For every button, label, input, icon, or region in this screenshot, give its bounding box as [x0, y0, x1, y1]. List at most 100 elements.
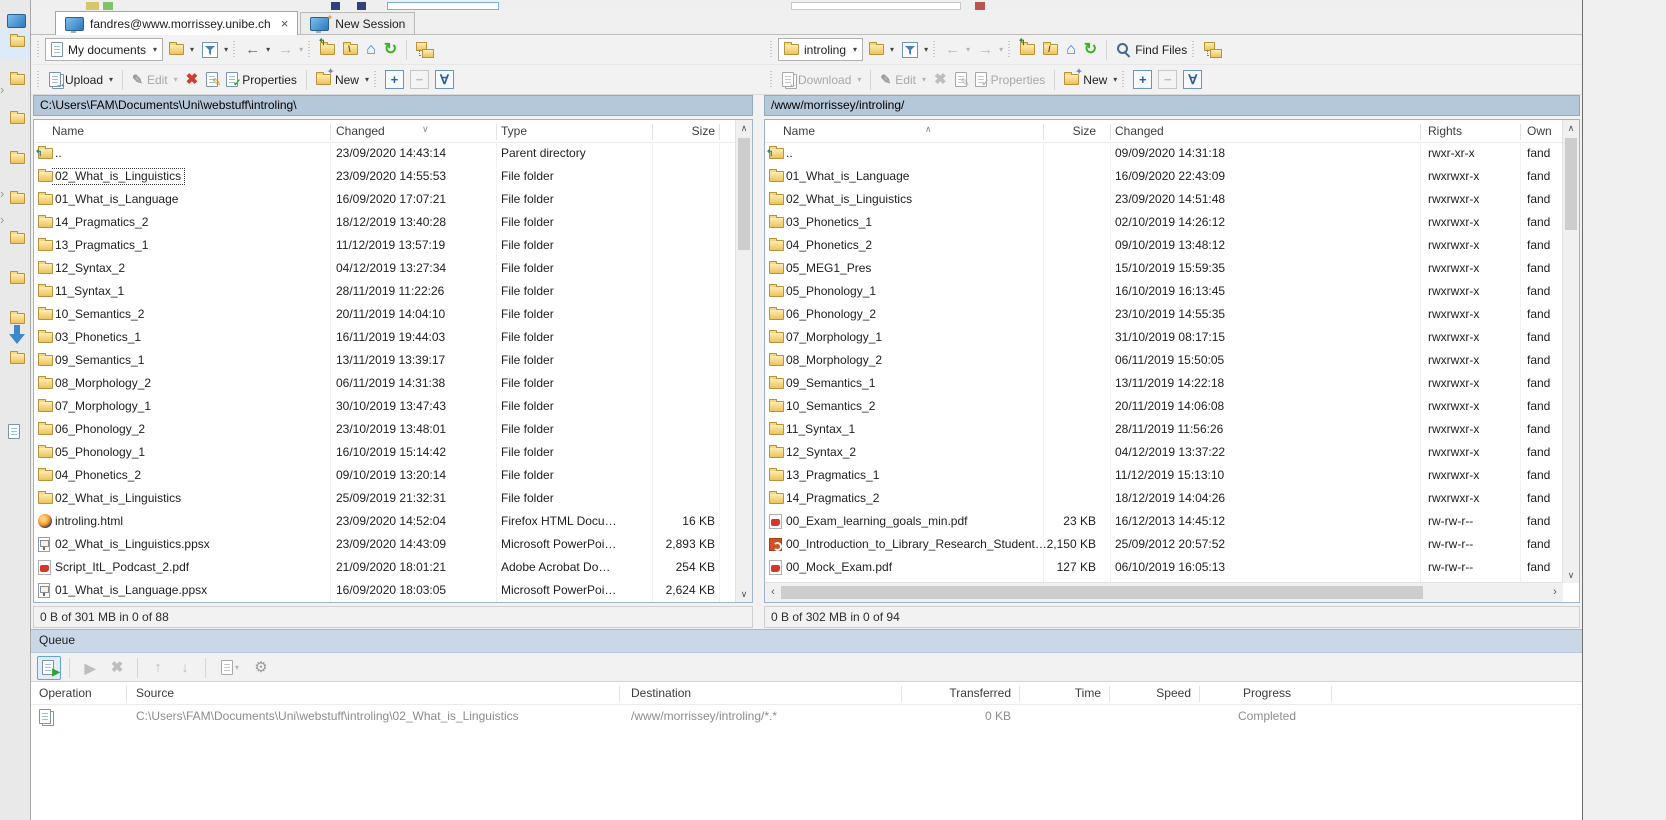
column-header-name[interactable]: Name [52, 124, 84, 138]
toolbar-grip[interactable] [308, 41, 312, 59]
column-divider[interactable] [1019, 686, 1020, 702]
column-header-changed[interactable]: Changed [1115, 124, 1164, 138]
local-refresh-button[interactable]: ↻ [380, 38, 401, 62]
upload-button[interactable]: → Upload ▾ [45, 68, 117, 92]
scroll-right-icon[interactable]: › [1547, 583, 1563, 602]
toolbar-grip[interactable] [770, 71, 774, 89]
toolbar-grip[interactable] [770, 41, 774, 59]
properties-button[interactable]: ✓ Properties [222, 68, 301, 92]
scroll-down-icon[interactable]: ∨ [736, 586, 752, 602]
column-divider[interactable] [1110, 124, 1111, 140]
column-divider[interactable] [652, 124, 653, 140]
file-row[interactable]: 06_Phonology_2 23/10/2019 14:55:35 rwxrw… [765, 303, 1563, 326]
column-header-type[interactable]: Type [501, 124, 527, 138]
column-divider[interactable] [901, 686, 902, 702]
file-row[interactable]: 06_Phonology_2 23/10/2019 13:48:01 File … [34, 418, 736, 441]
column-divider[interactable] [1109, 686, 1110, 702]
file-row[interactable]: 14_Pragmatics_2 18/12/2019 14:04:26 rwxr… [765, 487, 1563, 510]
queue-show-button[interactable]: ▶ [37, 656, 61, 680]
find-files-button[interactable]: Find Files [1112, 38, 1191, 62]
column-header-changed[interactable]: Changed [336, 124, 385, 138]
close-icon[interactable]: × [281, 16, 289, 31]
column-divider[interactable] [1331, 686, 1332, 702]
file-row[interactable]: 13_Pragmatics_1 11/12/2019 13:57:19 File… [34, 234, 736, 257]
toolbar-grip[interactable] [37, 41, 41, 59]
toolbar-grip[interactable] [1008, 41, 1012, 59]
file-row[interactable]: 00_Mock_Exam.pdf 127 KB 06/10/2019 16:05… [765, 556, 1563, 579]
queue-preferences-button[interactable]: ⚙ [249, 656, 273, 680]
column-header-speed[interactable]: Speed [1111, 686, 1191, 700]
remote-horizontal-scrollbar[interactable]: ‹ › [765, 582, 1563, 602]
remote-location-combo[interactable]: introling ▾ [778, 38, 863, 61]
remote-home-button[interactable]: ⌂ [1062, 38, 1080, 62]
file-row[interactable]: 01_What_is_Language 16/09/2020 22:43:09 … [765, 165, 1563, 188]
delete-button[interactable]: ✖ [182, 68, 203, 92]
scrollbar-thumb[interactable] [781, 586, 1423, 599]
column-divider[interactable] [126, 686, 127, 702]
column-header-owner[interactable]: Own [1527, 124, 1552, 138]
column-divider[interactable] [719, 124, 720, 140]
file-row[interactable]: 04_Phonetics_2 09/10/2019 13:20:14 File … [34, 464, 736, 487]
file-row[interactable]: 08_Morphology_2 06/11/2019 15:50:05 rwxr… [765, 349, 1563, 372]
file-row[interactable]: 01_What_is_Language 16/09/2020 17:07:21 … [34, 188, 736, 211]
select-add-button[interactable]: + [385, 70, 404, 89]
file-row[interactable]: 05_Phonology_1 16/10/2019 16:13:45 rwxrw… [765, 280, 1563, 303]
column-header-transferred[interactable]: Transferred [911, 686, 1011, 700]
file-row[interactable]: 04_Phonetics_2 09/10/2019 13:48:12 rwxrw… [765, 234, 1563, 257]
remote-vertical-scrollbar[interactable]: ∧ ∨ [1562, 120, 1579, 583]
file-row[interactable]: 09_Semantics_1 13/11/2019 13:39:17 File … [34, 349, 736, 372]
remote-parent-directory-button[interactable]: ↰ [1016, 38, 1039, 62]
column-header-size[interactable]: Size [594, 124, 715, 138]
file-row[interactable]: .. 09/09/2020 14:31:18 rwxr-xr-x fand [765, 142, 1563, 165]
new-button[interactable]: ✦ New ▾ [312, 68, 373, 92]
local-back-button[interactable]: ←▾ [241, 38, 274, 62]
column-divider[interactable] [1043, 124, 1044, 140]
scroll-up-icon[interactable]: ∧ [1563, 120, 1579, 136]
remote-path-bar[interactable]: /www/morrissey/introling/ [764, 95, 1580, 116]
edit-file-button[interactable]: ✎ [202, 68, 222, 92]
file-row[interactable]: 07_Morphology_1 30/10/2019 13:47:43 File… [34, 395, 736, 418]
scroll-down-icon[interactable]: ∨ [1563, 567, 1579, 583]
file-row[interactable]: 00_Exam_learning_goals_min.pdf 23 KB 16/… [765, 510, 1563, 533]
remote-open-directory-button[interactable]: ▾ [865, 38, 898, 62]
column-header-destination[interactable]: Destination [631, 686, 691, 700]
local-vertical-scrollbar[interactable]: ∧ ∨ [735, 120, 752, 602]
file-row[interactable]: 11_Syntax_1 28/11/2019 11:22:26 File fol… [34, 280, 736, 303]
file-row[interactable]: 02_What_is_Linguistics.ppsx 23/09/2020 1… [34, 533, 736, 556]
file-row[interactable]: 03_Phonetics_1 16/11/2019 19:44:03 File … [34, 326, 736, 349]
tree-view-button[interactable] [412, 38, 438, 62]
remote-root-directory-button[interactable]: / [1039, 38, 1062, 62]
column-header-time[interactable]: Time [1021, 686, 1101, 700]
synchronize-browsing-button[interactable] [1200, 38, 1226, 62]
local-location-combo[interactable]: My documents ▾ [45, 38, 163, 61]
file-row[interactable]: 02_What_is_Linguistics 23/09/2020 14:55:… [34, 165, 736, 188]
file-row[interactable]: 02_What_is_Linguistics 25/09/2019 21:32:… [34, 487, 736, 510]
column-divider[interactable] [496, 124, 497, 140]
column-divider[interactable] [1199, 686, 1200, 702]
column-header-source[interactable]: Source [136, 686, 174, 700]
toolbar-grip[interactable] [374, 71, 378, 89]
toolbar-grip[interactable] [233, 41, 237, 59]
column-divider[interactable] [1520, 124, 1521, 140]
file-row[interactable]: 12_Syntax_2 04/12/2019 13:27:34 File fol… [34, 257, 736, 280]
file-row[interactable]: 02_What_is_Linguistics 23/09/2020 14:51:… [765, 188, 1563, 211]
scroll-up-icon[interactable]: ∧ [736, 120, 752, 136]
file-row[interactable]: 05_MEG1_Pres 15/10/2019 15:59:35 rwxrwxr… [765, 257, 1563, 280]
file-row[interactable]: 07_Morphology_1 31/10/2019 08:17:15 rwxr… [765, 326, 1563, 349]
toolbar-grip[interactable] [1122, 71, 1126, 89]
file-row[interactable]: 03_Phonetics_1 02/10/2019 14:26:12 rwxrw… [765, 211, 1563, 234]
column-divider[interactable] [1420, 124, 1421, 140]
file-row[interactable]: 05_Phonology_1 16/10/2019 15:14:42 File … [34, 441, 736, 464]
scrollbar-thumb[interactable] [738, 138, 750, 250]
column-header-operation[interactable]: Operation [39, 686, 92, 700]
column-divider[interactable] [330, 124, 331, 140]
local-parent-directory-button[interactable]: ↰ [316, 38, 339, 62]
column-header-rights[interactable]: Rights [1428, 124, 1462, 138]
local-filter-button[interactable]: ▾ [198, 38, 232, 62]
column-divider[interactable] [619, 686, 620, 702]
local-root-directory-button[interactable]: \ [339, 38, 362, 62]
column-header-progress[interactable]: Progress [1211, 686, 1323, 700]
remote-select-add-button[interactable]: + [1133, 70, 1152, 89]
toolbar-grip[interactable] [37, 71, 41, 89]
file-row[interactable]: 09_Semantics_1 13/11/2019 14:22:18 rwxrw… [765, 372, 1563, 395]
